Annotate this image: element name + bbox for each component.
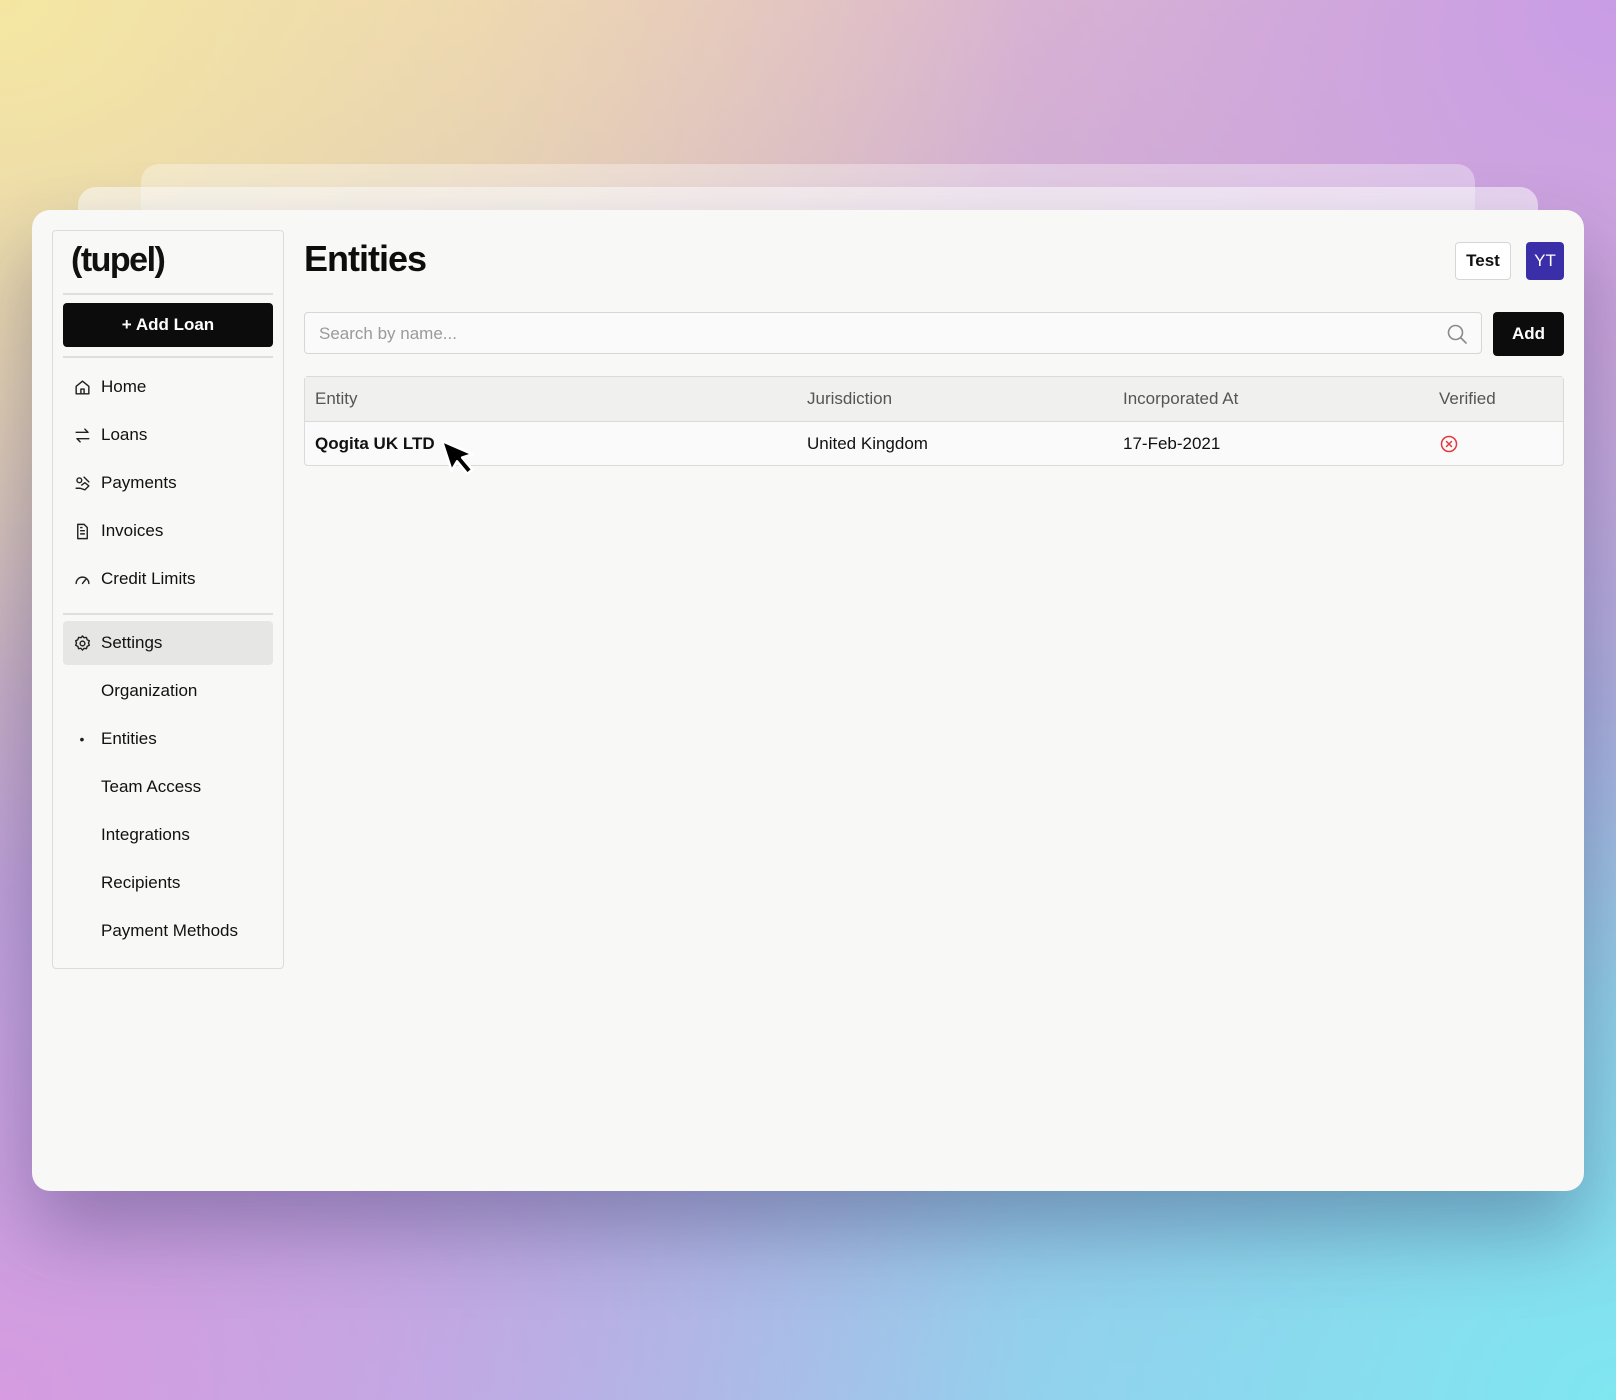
mouse-cursor-icon <box>440 439 474 476</box>
verified-cell <box>1439 422 1459 466</box>
entity-name-cell[interactable]: Qogita UK LTD <box>315 422 435 466</box>
sidebar-item-label: Team Access <box>101 777 202 796</box>
sidebar-divider <box>63 613 273 615</box>
sidebar-item-label: Integrations <box>101 825 190 844</box>
column-header-entity[interactable]: Entity <box>315 377 358 421</box>
sidebar-subitem-organization[interactable]: Organization <box>63 673 273 709</box>
sidebar-divider <box>63 356 273 358</box>
sidebar-item-invoices[interactable]: Invoices <box>63 509 273 553</box>
search-bar <box>304 312 1482 355</box>
sidebar-item-label: Home <box>101 377 147 396</box>
search-icon[interactable] <box>1445 322 1469 346</box>
add-loan-button[interactable]: + Add Loan <box>63 303 273 347</box>
add-entity-button[interactable]: Add <box>1493 312 1564 356</box>
sidebar-item-label: Organization <box>101 681 198 700</box>
sidebar-item-label: Payment Methods <box>101 921 239 940</box>
jurisdiction-cell: United Kingdom <box>807 434 928 453</box>
sidebar-item-label: Settings <box>101 633 163 652</box>
entities-table: Entity Jurisdiction Incorporated At Veri… <box>304 376 1564 466</box>
search-input[interactable] <box>305 313 1421 355</box>
gauge-icon <box>72 569 92 589</box>
sidebar-item-loans[interactable]: Loans <box>63 413 273 457</box>
sidebar-item-label: Credit Limits <box>101 569 196 588</box>
column-header-jurisdiction[interactable]: Jurisdiction <box>807 377 892 421</box>
sidebar-item-payments[interactable]: Payments <box>63 461 273 505</box>
sidebar-subitem-payment-methods[interactable]: Payment Methods <box>63 913 273 949</box>
avatar[interactable]: YT <box>1526 242 1564 280</box>
sidebar-subitem-entities[interactable]: • Entities <box>63 721 273 757</box>
sidebar-item-home[interactable]: Home <box>63 365 273 409</box>
not-verified-icon <box>1440 435 1458 453</box>
sidebar-item-label: Payments <box>101 473 177 492</box>
table-row[interactable]: Qogita UK LTD United Kingdom 17-Feb-2021 <box>305 422 1563 466</box>
app-logo[interactable]: (tupel) <box>71 241 166 280</box>
sidebar-item-label: Invoices <box>101 521 164 540</box>
sidebar-item-settings[interactable]: Settings <box>63 621 273 665</box>
column-header-verified[interactable]: Verified <box>1439 377 1496 421</box>
page-title: Entities <box>304 238 427 279</box>
sidebar-subitem-integrations[interactable]: Integrations <box>63 817 273 853</box>
table-header: Entity Jurisdiction Incorporated At Veri… <box>305 377 1563 422</box>
test-mode-button[interactable]: Test <box>1455 242 1511 280</box>
app-window: (tupel) + Add Loan Home Loans Payments I… <box>32 210 1584 1191</box>
active-bullet: • <box>79 731 85 747</box>
sidebar-item-credit-limits[interactable]: Credit Limits <box>63 557 273 601</box>
sidebar-divider <box>63 293 273 295</box>
sidebar-subitem-recipients[interactable]: Recipients <box>63 865 273 901</box>
column-header-incorporated-at[interactable]: Incorporated At <box>1123 377 1238 421</box>
gear-icon <box>72 633 92 653</box>
arrows-exchange-icon <box>72 425 92 445</box>
sidebar: (tupel) + Add Loan Home Loans Payments I… <box>52 230 284 969</box>
sidebar-item-label: Entities <box>101 729 157 748</box>
home-icon <box>72 377 92 397</box>
sidebar-item-label: Loans <box>101 425 148 444</box>
incorporated-at-cell: 17-Feb-2021 <box>1123 434 1221 453</box>
sidebar-item-label: Recipients <box>101 873 181 892</box>
sidebar-subitem-team-access[interactable]: Team Access <box>63 769 273 805</box>
payments-icon <box>72 473 92 493</box>
document-icon <box>72 521 92 541</box>
